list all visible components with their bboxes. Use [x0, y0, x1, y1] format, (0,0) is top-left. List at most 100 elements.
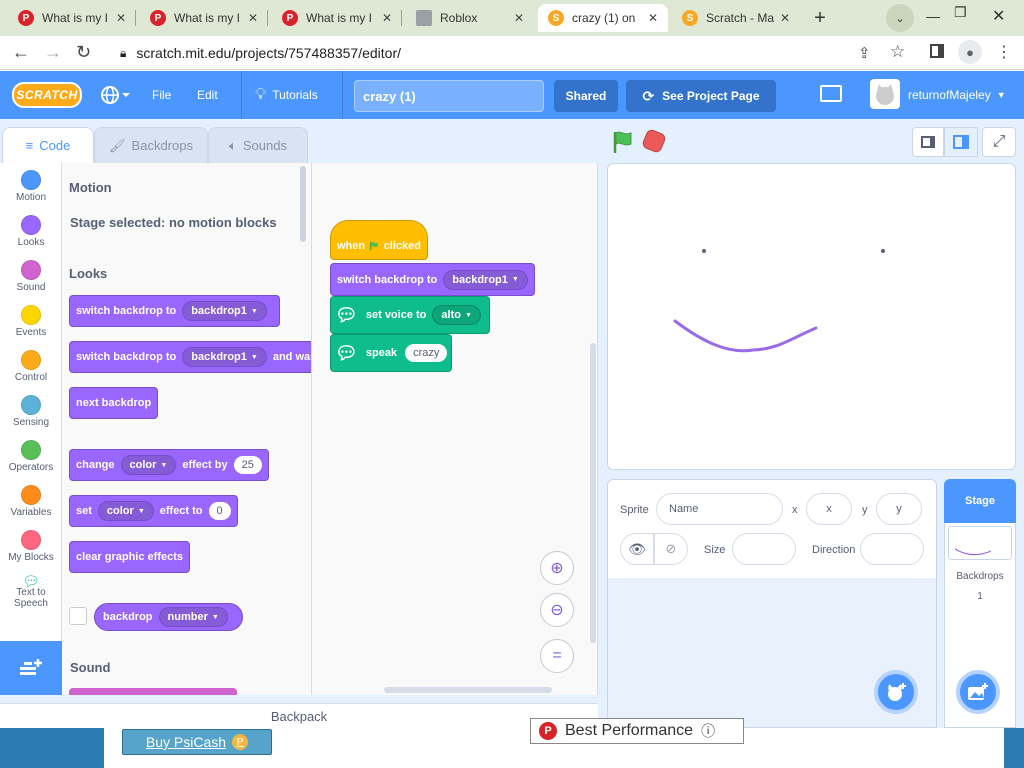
zoom-in-button[interactable]: ⊕	[540, 551, 574, 585]
add-extension-button[interactable]	[0, 641, 62, 695]
code-workspace[interactable]: when clicked switch backdrop to backdrop…	[312, 163, 598, 695]
small-stage-button[interactable]	[912, 127, 944, 157]
effect-dropdown[interactable]: color ▼	[120, 455, 177, 475]
scratch-logo[interactable]: SCRATCH	[12, 82, 82, 108]
category-my-blocks[interactable]: My Blocks	[0, 530, 62, 563]
backdrop-thumbnail[interactable]	[948, 526, 1012, 560]
file-menu[interactable]: File	[152, 71, 171, 119]
workspace-vertical-scrollbar[interactable]	[590, 343, 596, 643]
minimize-button[interactable]: —	[926, 8, 940, 24]
buy-psicash-button[interactable]: Buy PsiCash P	[122, 729, 272, 755]
close-icon[interactable]: ✕	[780, 11, 790, 25]
language-menu[interactable]	[100, 71, 130, 119]
category-sound[interactable]: Sound	[0, 260, 62, 293]
profile-icon[interactable]: ●	[958, 40, 982, 64]
workspace-horizontal-scrollbar[interactable]	[384, 687, 552, 693]
edit-menu[interactable]: Edit	[197, 71, 218, 119]
green-flag-button[interactable]	[610, 129, 636, 158]
shared-button[interactable]: Shared	[554, 80, 618, 112]
small-stage-icon	[921, 136, 935, 148]
menu-kebab-icon[interactable]: ⋮	[996, 42, 1012, 62]
show-sprite-button[interactable]: 👁︎	[620, 533, 654, 565]
backdrop-property-dropdown[interactable]: number ▼	[158, 607, 228, 627]
side-panel-icon[interactable]	[930, 44, 944, 58]
speak-block[interactable]: 💬︎ speak crazy	[330, 334, 453, 372]
browser-tab[interactable]: P What is my I ✕	[140, 4, 268, 32]
forward-button[interactable]: →	[44, 42, 62, 63]
category-variables[interactable]: Variables	[0, 485, 62, 518]
category-looks[interactable]: Looks	[0, 215, 62, 248]
category-sensing[interactable]: Sensing	[0, 395, 62, 428]
voice-dropdown[interactable]: alto ▼	[432, 305, 481, 325]
category-motion[interactable]: Motion	[0, 170, 62, 203]
browser-tab[interactable]: P What is my I ✕	[8, 4, 136, 32]
number-input[interactable]: 25	[233, 456, 262, 474]
y-field[interactable]: y	[876, 493, 922, 525]
when-flag-clicked-block[interactable]: when clicked	[330, 220, 428, 260]
bookmark-star-icon[interactable]: ☆	[890, 42, 905, 62]
direction-field[interactable]	[860, 533, 924, 565]
clear-graphic-effects-block[interactable]: clear graphic effects	[69, 541, 190, 573]
switch-backdrop-block[interactable]: switch backdrop to backdrop1 ▼	[69, 295, 280, 327]
palette-scrollbar[interactable]	[300, 166, 306, 242]
number-input[interactable]: 0	[208, 502, 231, 520]
change-effect-block[interactable]: change color ▼ effect by 25	[69, 449, 269, 481]
next-backdrop-block[interactable]: next backdrop	[69, 387, 159, 419]
category-operators[interactable]: Operators	[0, 440, 62, 473]
speak-text-input[interactable]: crazy	[405, 344, 448, 362]
browser-tab[interactable]: Roblox ✕	[406, 4, 534, 32]
backdrop-number-reporter[interactable]: backdrop number ▼	[94, 603, 243, 631]
category-text-to-speech[interactable]: 💬︎ Text to Speech	[0, 574, 62, 609]
close-icon[interactable]: ✕	[648, 11, 658, 25]
project-title-input[interactable]: crazy (1)	[354, 80, 544, 112]
tab-code[interactable]: ≡ Code	[2, 127, 94, 163]
share-icon[interactable]: ⇪	[858, 44, 871, 62]
fullscreen-button[interactable]: ⤢	[982, 127, 1016, 157]
category-control[interactable]: Control	[0, 350, 62, 383]
tab-search-button[interactable]: ⌄	[886, 4, 914, 32]
browser-tab-active[interactable]: S crazy (1) on ✕	[538, 4, 668, 32]
monitor-checkbox[interactable]	[69, 607, 87, 625]
sound-block-partial[interactable]	[69, 688, 237, 695]
close-icon[interactable]: ✕	[382, 11, 392, 25]
normal-stage-button[interactable]	[944, 127, 978, 157]
set-voice-block[interactable]: 💬︎ set voice to alto ▼	[330, 296, 490, 334]
browser-tab[interactable]: P What is my I ✕	[272, 4, 402, 32]
size-field[interactable]	[732, 533, 796, 565]
see-project-page-button[interactable]: ⟳ See Project Page	[626, 80, 776, 112]
effect-dropdown[interactable]: color ▼	[97, 501, 154, 521]
avatar[interactable]	[870, 79, 900, 109]
hide-sprite-button[interactable]: ⊘	[654, 533, 688, 565]
close-icon[interactable]: ✕	[514, 11, 524, 25]
my-stuff-folder-icon[interactable]	[820, 85, 842, 102]
reload-button[interactable]: ↻	[76, 42, 91, 63]
switch-backdrop-and-wait-block[interactable]: switch backdrop to backdrop1▼ and wait	[69, 341, 311, 373]
switch-backdrop-script-block[interactable]: switch backdrop to backdrop1 ▼	[330, 263, 535, 296]
new-tab-button[interactable]: +	[806, 4, 834, 32]
backdrop-dropdown[interactable]: backdrop1 ▼	[443, 269, 528, 290]
tutorials-button[interactable]: 💡︎ Tutorials	[255, 71, 318, 119]
set-effect-block[interactable]: set color ▼ effect to 0	[69, 495, 238, 527]
address-bar[interactable]: 🔒︎ scratch.mit.edu/projects/757488357/ed…	[112, 40, 848, 66]
zoom-out-button[interactable]: ⊖	[540, 593, 574, 627]
add-sprite-button[interactable]	[874, 670, 918, 714]
account-menu[interactable]: returnofMajeley ▼	[908, 71, 1006, 119]
tab-backdrops[interactable]: 🖌︎ Backdrops	[94, 127, 208, 163]
add-backdrop-button[interactable]	[956, 670, 1000, 714]
stage-canvas[interactable]	[607, 163, 1016, 470]
close-icon[interactable]: ✕	[248, 11, 258, 25]
window-close-button[interactable]: ✕	[992, 6, 1005, 26]
backpack-bar[interactable]: Backpack	[0, 703, 598, 728]
close-icon[interactable]: ✕	[116, 11, 126, 25]
backdrop-dropdown[interactable]: backdrop1 ▼	[182, 347, 267, 367]
category-events[interactable]: Events	[0, 305, 62, 338]
browser-tab[interactable]: S Scratch - Ma ✕	[672, 4, 800, 32]
tab-sounds[interactable]: 🔈︎ Sounds	[208, 127, 308, 163]
zoom-reset-button[interactable]: =	[540, 639, 574, 673]
restore-button[interactable]: ❐	[954, 4, 967, 21]
back-button[interactable]: ←	[12, 42, 30, 63]
x-field[interactable]: x	[806, 493, 852, 525]
sprite-name-field[interactable]: Name	[656, 493, 783, 525]
best-performance-badge[interactable]: P Best Performance ⓘ	[530, 718, 744, 744]
backdrop-dropdown[interactable]: backdrop1 ▼	[182, 301, 267, 321]
